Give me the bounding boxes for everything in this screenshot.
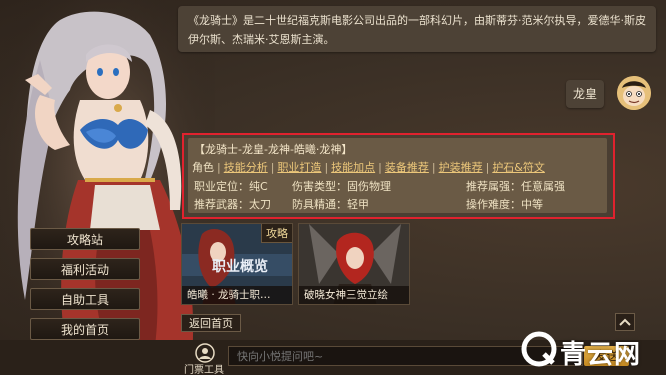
damage-type: 伤害类型：固伤物理	[292, 180, 391, 193]
guide-link-accessories[interactable]: 护装推荐	[439, 161, 483, 174]
menu-my-home[interactable]: 我的首页	[30, 318, 140, 340]
site-watermark: 青云网	[520, 330, 660, 370]
link-separator: |	[270, 161, 275, 174]
link-separator: |	[378, 161, 382, 174]
watermark-text: 青云网	[560, 340, 642, 370]
article-caption: 皓曦 · 龙骑士职…	[182, 286, 292, 304]
bot-intro-message: 《龙骑士》是二十世纪福克斯电影公司出品的一部科幻片，由斯蒂芬·范米尔执导，爱德华…	[178, 6, 656, 52]
intro-text: 《龙骑士》是二十世纪福克斯电影公司出品的一部科幻片，由斯蒂芬·范米尔执导，爱德华…	[188, 14, 646, 46]
class-guide-card: 【龙骑士-龙皇-龙神-皓曦·龙神】 角色 | 技能分析 | 职业打造 | 技能加点 | 装备推荐…	[182, 133, 615, 219]
recommended-weapon: 推荐武器：太刀	[194, 198, 271, 211]
strategy-tag: 攻略	[261, 224, 292, 243]
link-separator: |	[431, 161, 436, 174]
chat-window: 《龙骑士》是二十世纪福克斯电影公司出品的一部科幻片，由斯蒂芬·范米尔执导，爱德华…	[0, 0, 666, 375]
link-separator: |	[485, 161, 490, 174]
class-position: 职业定位：纯C	[194, 180, 268, 193]
thumbnail-overlay-text: 职业概览	[212, 259, 268, 275]
armor-mastery: 防具精通：轻甲	[292, 198, 369, 211]
menu-welfare-events[interactable]: 福利活动	[30, 258, 140, 280]
recommended-element: 推荐属强：任意属强	[466, 180, 565, 193]
guide-link-runes[interactable]: 护石&符文	[492, 161, 545, 174]
guide-card-body: 【龙骑士-龙皇-龙神-皓曦·龙神】 角色 | 技能分析 | 职业打造 | 技能加点 | 装备推荐…	[188, 138, 607, 213]
chevron-up-icon	[619, 318, 631, 326]
back-home-button[interactable]: 返回首页	[181, 314, 241, 332]
scroll-top-button[interactable]	[615, 313, 635, 331]
guide-link-role[interactable]: 角色	[192, 161, 214, 174]
user-avatar	[617, 76, 651, 110]
cartoon-face-icon	[617, 76, 651, 110]
difficulty: 操作难度：中等	[466, 198, 543, 211]
article-card[interactable]: 破晓女神三觉立绘	[298, 223, 410, 305]
guide-title: 【龙骑士-龙皇-龙神-皓曦·龙神】	[194, 143, 353, 156]
menu-strategy-site[interactable]: 攻略站	[30, 228, 140, 250]
ticket-tools-label: 门票工具	[184, 365, 224, 375]
article-caption: 破晓女神三觉立绘	[299, 286, 409, 304]
guide-link-equipment[interactable]: 装备推荐	[385, 161, 429, 174]
guide-link-skill-points[interactable]: 技能加点	[331, 161, 375, 174]
user-message: 龙皇	[566, 80, 604, 108]
guide-link-class-build[interactable]: 职业打造	[277, 161, 321, 174]
link-separator: |	[324, 161, 329, 174]
guide-link-bar: 角色 | 技能分析 | 职业打造 | 技能加点 | 装备推荐 | 护装推荐 | 护石&符文	[192, 159, 545, 175]
watermark-logo-icon	[521, 331, 557, 367]
guide-link-skill-analysis[interactable]: 技能分析	[224, 161, 268, 174]
ticket-tools-button[interactable]: 门票工具	[184, 341, 224, 375]
article-card[interactable]: 职业概览 攻略 皓曦 · 龙骑士职…	[181, 223, 293, 305]
link-separator: |	[217, 161, 221, 174]
headset-user-icon	[195, 343, 215, 363]
menu-self-service-tools[interactable]: 自助工具	[30, 288, 140, 310]
